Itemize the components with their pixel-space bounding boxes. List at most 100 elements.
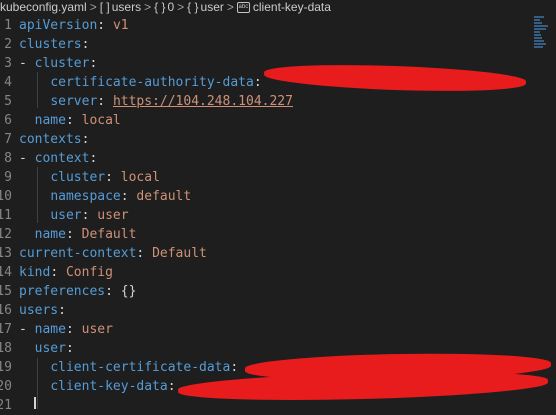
yaml-punctuation bbox=[19, 75, 50, 90]
code-line[interactable]: 17- name: user bbox=[0, 320, 530, 339]
yaml-punctuation bbox=[19, 341, 35, 356]
indent-guide bbox=[37, 72, 38, 108]
yaml-punctuation: : bbox=[65, 322, 82, 337]
indent-guide bbox=[37, 358, 38, 409]
line-number: 1 bbox=[4, 18, 12, 33]
code-text: namespace: default bbox=[19, 187, 191, 206]
code-line[interactable]: 11 user: user bbox=[0, 206, 530, 225]
line-number: 16 bbox=[0, 303, 12, 318]
line-number: 19 bbox=[0, 360, 12, 375]
yaml-punctuation: : bbox=[65, 341, 74, 356]
yaml-value: Default bbox=[152, 246, 207, 261]
code-line[interactable]: 1 apiVersion: v1 bbox=[0, 16, 530, 35]
yaml-punctuation: : bbox=[89, 56, 98, 71]
code-line[interactable]: 8- context: bbox=[0, 149, 530, 168]
code-text: name: local bbox=[19, 111, 121, 130]
code-text: - name: user bbox=[19, 320, 113, 339]
yaml-value: v1 bbox=[112, 18, 129, 33]
chevron-right-icon: > bbox=[226, 0, 234, 14]
line-number: 3 bbox=[4, 56, 12, 71]
code-text: client-certificate-data: bbox=[19, 358, 238, 377]
code-line[interactable]: 10 namespace: default bbox=[0, 187, 530, 206]
array-icon: [ ] bbox=[99, 0, 110, 14]
object-icon: { } bbox=[154, 0, 166, 14]
breadcrumb-file[interactable]: kubeconfig.yaml bbox=[0, 0, 87, 14]
chevron-right-icon: > bbox=[89, 0, 97, 14]
code-text: contexts: bbox=[19, 130, 89, 149]
minimap[interactable] bbox=[534, 16, 550, 56]
indent-guide bbox=[37, 167, 38, 223]
code-line[interactable]: 15 preferences: {} bbox=[0, 282, 530, 301]
yaml-punctuation: - bbox=[19, 56, 35, 71]
yaml-punctuation: : bbox=[65, 113, 82, 128]
yaml-punctuation: : {} bbox=[105, 284, 137, 299]
yaml-key: user bbox=[34, 341, 66, 356]
line-number: 14 bbox=[0, 265, 12, 280]
line-number: 15 bbox=[0, 284, 12, 299]
code-line[interactable]: 7 contexts: bbox=[0, 130, 530, 149]
code-line[interactable]: 13 current-context: Default bbox=[0, 244, 530, 263]
line-number: 7 bbox=[4, 132, 12, 147]
code-text: users: bbox=[19, 301, 66, 320]
code-line[interactable]: 6 name: local bbox=[0, 111, 530, 130]
code-line[interactable]: 5 server: https://104.248.104.227 bbox=[0, 92, 530, 111]
yaml-punctuation: : bbox=[81, 208, 98, 223]
code-line[interactable]: 14 kind: Config bbox=[0, 263, 530, 282]
line-number: 10 bbox=[0, 189, 12, 204]
code-text: name: Default bbox=[19, 225, 137, 244]
yaml-key: users bbox=[19, 303, 59, 318]
code-text: - cluster: bbox=[19, 54, 97, 73]
line-number: 11 bbox=[0, 208, 12, 223]
yaml-key: namespace bbox=[50, 189, 121, 204]
yaml-key: cluster bbox=[50, 170, 106, 185]
yaml-key: client-key-data bbox=[50, 379, 168, 394]
code-text: cluster: local bbox=[19, 168, 160, 187]
yaml-key: cluster bbox=[34, 56, 90, 71]
breadcrumb-item-client-key-data[interactable]: client-key-data bbox=[253, 0, 331, 14]
yaml-punctuation: : bbox=[230, 360, 239, 375]
yaml-value: https://104.248.104.227 bbox=[112, 94, 293, 109]
yaml-punctuation: : bbox=[167, 379, 176, 394]
line-number: 2 bbox=[4, 37, 12, 52]
line-number: 8 bbox=[4, 151, 12, 166]
yaml-value: local bbox=[120, 170, 160, 185]
yaml-punctuation: : bbox=[97, 18, 113, 33]
breadcrumb-item-users[interactable]: users bbox=[112, 0, 141, 14]
yaml-value: user bbox=[81, 322, 113, 337]
yaml-punctuation: : bbox=[105, 170, 121, 185]
yaml-punctuation bbox=[19, 208, 50, 223]
breadcrumb-item-user[interactable]: user bbox=[201, 0, 224, 14]
line-number: 20 bbox=[0, 379, 12, 394]
yaml-key: clusters bbox=[19, 37, 82, 52]
code-text: apiVersion: v1 bbox=[19, 16, 129, 35]
yaml-key: client-certificate-data bbox=[50, 360, 231, 375]
yaml-punctuation: : bbox=[81, 132, 90, 147]
yaml-key: current-context bbox=[19, 246, 137, 261]
yaml-punctuation bbox=[19, 189, 50, 204]
code-line[interactable]: 2 clusters: bbox=[0, 35, 530, 54]
yaml-key: contexts bbox=[19, 132, 82, 147]
breadcrumb-item-0[interactable]: 0 bbox=[167, 0, 174, 14]
line-number: 6 bbox=[4, 113, 12, 128]
code-line[interactable]: 12 name: Default bbox=[0, 225, 530, 244]
code-line[interactable]: 9 cluster: local bbox=[0, 168, 530, 187]
yaml-value: Default bbox=[81, 227, 137, 242]
line-number: 4 bbox=[4, 75, 12, 90]
yaml-punctuation: : bbox=[50, 265, 66, 280]
yaml-punctuation: : bbox=[97, 94, 113, 109]
code-line[interactable]: 16 users: bbox=[0, 301, 530, 320]
yaml-punctuation: - bbox=[19, 322, 35, 337]
yaml-key: certificate-authority-data bbox=[50, 75, 254, 90]
yaml-punctuation bbox=[19, 94, 50, 109]
line-number: 12 bbox=[0, 227, 12, 242]
chevron-right-icon: > bbox=[177, 0, 185, 14]
code-text: user: bbox=[19, 339, 74, 358]
yaml-punctuation: : bbox=[81, 37, 90, 52]
yaml-key: apiVersion bbox=[19, 18, 98, 33]
code-text: server: https://104.248.104.227 bbox=[19, 92, 293, 111]
line-number: 18 bbox=[0, 341, 12, 356]
yaml-value: Config bbox=[65, 265, 113, 280]
yaml-key: name bbox=[34, 113, 66, 128]
line-number: 13 bbox=[0, 246, 12, 261]
text-cursor bbox=[34, 397, 36, 409]
